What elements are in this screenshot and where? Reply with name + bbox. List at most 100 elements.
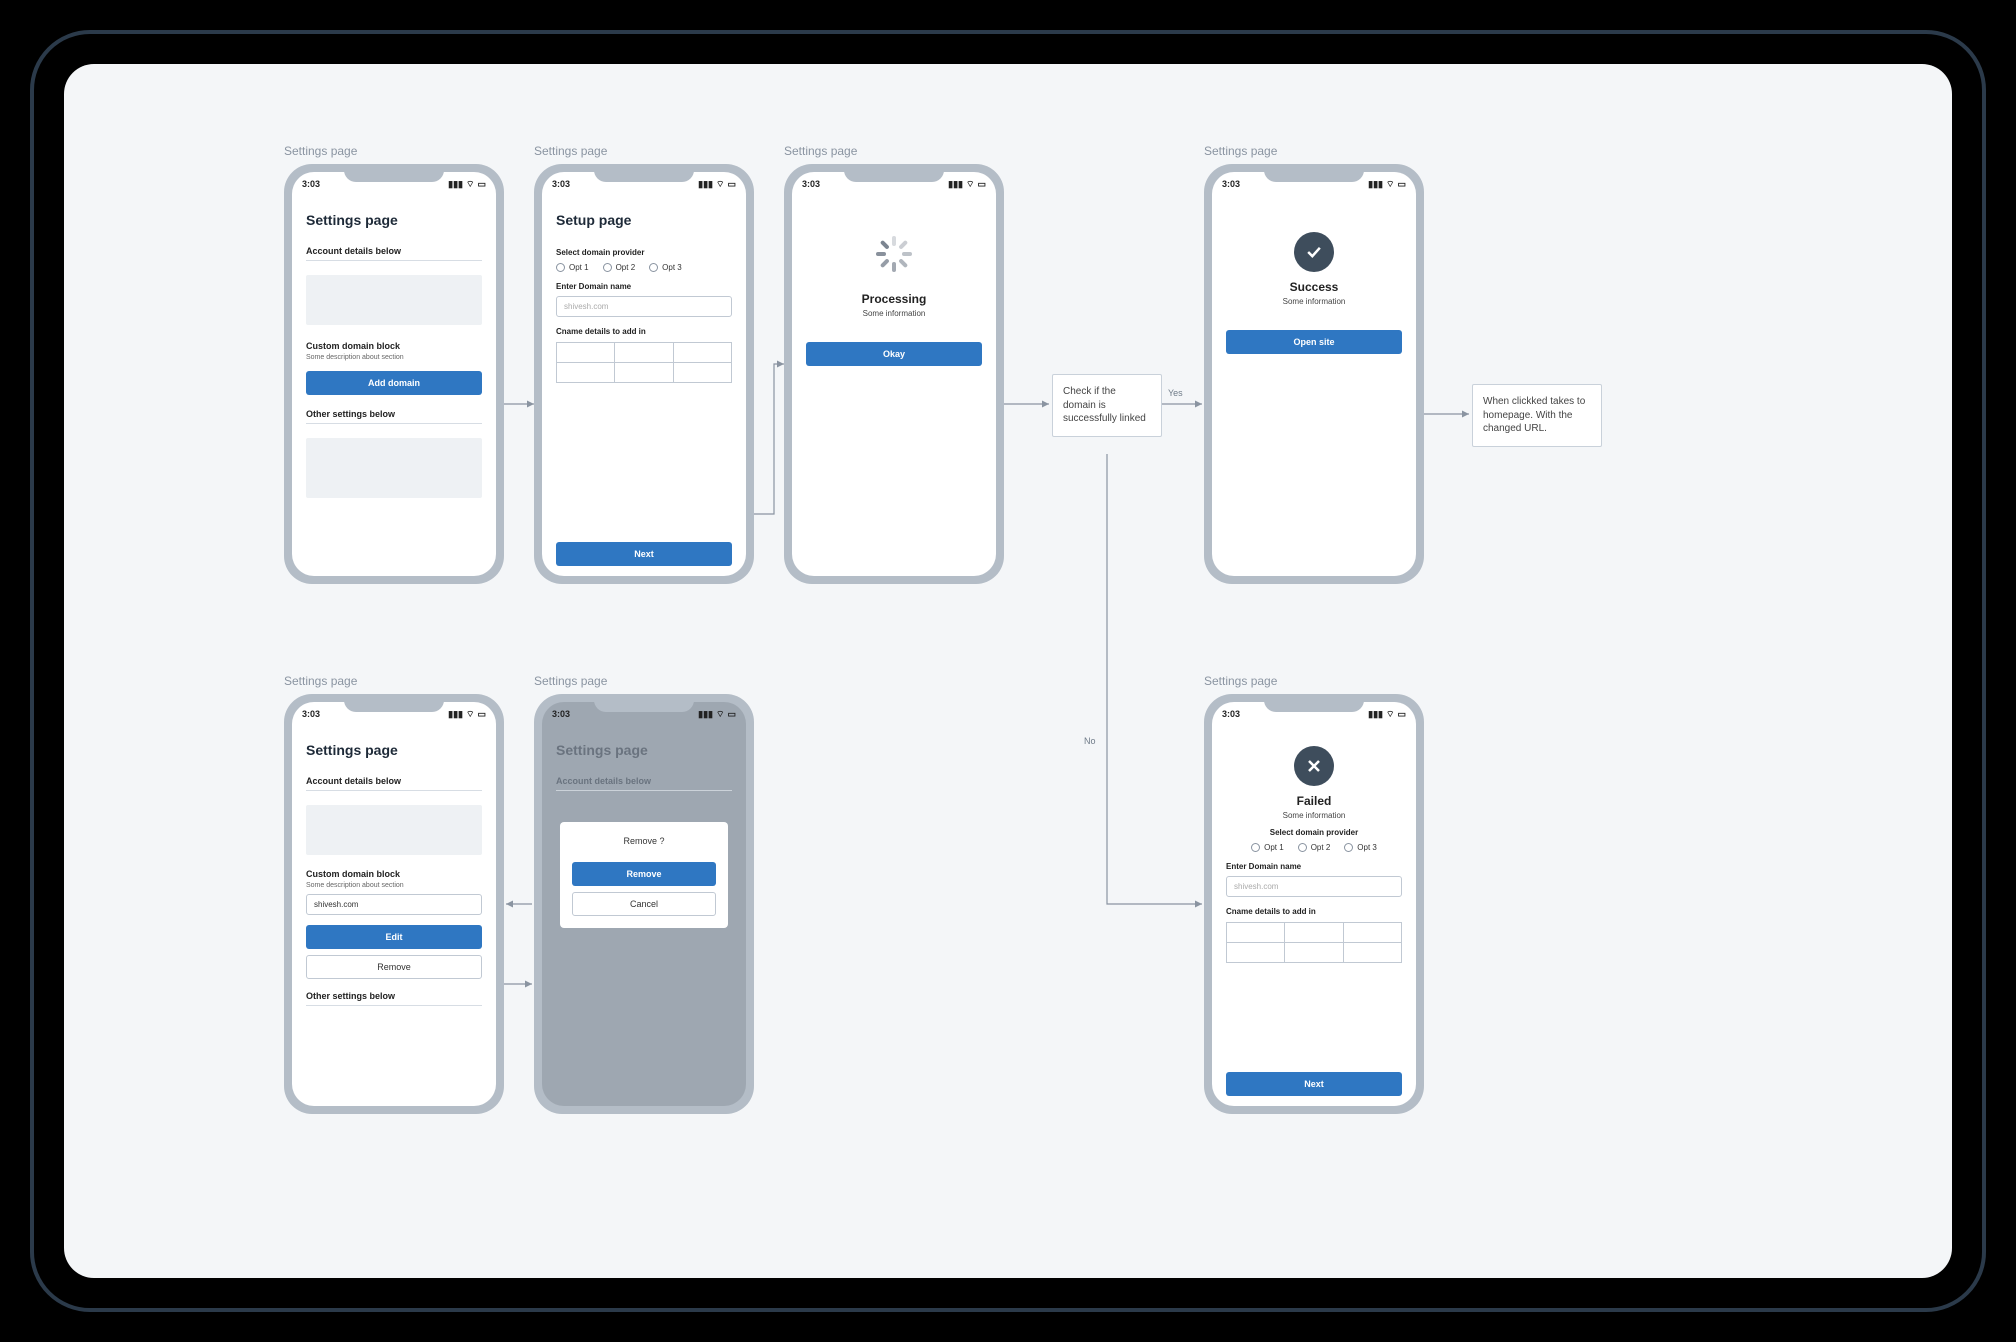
- next-button[interactable]: Next: [556, 542, 732, 566]
- frame-setup[interactable]: Settings page 3:03 ▮▮▮⌔▭ Setup page Sele…: [534, 144, 754, 584]
- status-time: 3:03: [302, 709, 320, 719]
- domain-value-input[interactable]: shivesh.com: [306, 894, 482, 915]
- account-placeholder: [306, 805, 482, 855]
- remove-confirm-modal: Remove ? Remove Cancel: [560, 822, 728, 928]
- other-section-label: Other settings below: [306, 409, 482, 419]
- radio-opt1[interactable]: Opt 1: [556, 263, 589, 272]
- success-title: Success: [1290, 280, 1339, 294]
- add-domain-button[interactable]: Add domain: [306, 371, 482, 395]
- frame-label: Settings page: [284, 144, 504, 158]
- cname-table: [1226, 922, 1402, 963]
- success-sub: Some information: [1283, 297, 1346, 306]
- status-time: 3:03: [1222, 179, 1240, 189]
- cname-table: [556, 342, 732, 383]
- okay-button[interactable]: Okay: [806, 342, 982, 366]
- homepage-note: When clickked takes to homepage. With th…: [1472, 384, 1602, 447]
- next-button[interactable]: Next: [1226, 1072, 1402, 1096]
- phone-frame: 3:03 ▮▮▮⌔▭ Failed Some information Selec…: [1204, 694, 1424, 1114]
- decision-text: Check if the domain is successfully link…: [1063, 386, 1146, 424]
- processing-title: Processing: [862, 292, 927, 306]
- frame-settings-edit[interactable]: Settings page 3:03 ▮▮▮⌔▭ Settings page A…: [284, 674, 504, 1114]
- phone-frame: 3:03 ▮▮▮⌔▭ Setup page Select domain prov…: [534, 164, 754, 584]
- spinner-icon: [876, 236, 912, 272]
- status-time: 3:03: [552, 709, 570, 719]
- processing-sub: Some information: [863, 309, 926, 318]
- frame-remove-modal[interactable]: Settings page 3:03 ▮▮▮⌔▭ Settings page A…: [534, 674, 754, 1114]
- modal-cancel-button[interactable]: Cancel: [572, 892, 716, 916]
- provider-radio-group: Opt 1 Opt 2 Opt 3: [1251, 843, 1377, 852]
- phone-notch: [594, 694, 694, 712]
- phone-notch: [594, 164, 694, 182]
- account-section-dimmed: Account details below: [556, 776, 732, 786]
- cname-label: Cname details to add in: [1226, 907, 1402, 916]
- provider-label: Select domain provider: [1270, 828, 1358, 837]
- status-time: 3:03: [302, 179, 320, 189]
- phone-notch: [1264, 164, 1364, 182]
- wifi-icon: ⌔: [466, 179, 474, 190]
- phone-frame: 3:03 ▮▮▮⌔▭ Settings page Account details…: [284, 694, 504, 1114]
- frame-label: Settings page: [284, 674, 504, 688]
- frame-label: Settings page: [534, 144, 754, 158]
- domain-section-label: Custom domain block: [306, 869, 482, 879]
- remove-button[interactable]: Remove: [306, 955, 482, 979]
- frame-failed[interactable]: Settings page 3:03 ▮▮▮⌔▭: [1204, 674, 1424, 1114]
- domain-input[interactable]: shivesh.com: [556, 296, 732, 317]
- account-placeholder: [306, 275, 482, 325]
- frame-processing[interactable]: Settings page 3:03 ▮▮▮⌔▭ Processing: [784, 144, 1004, 584]
- domain-input-label: Enter Domain name: [1226, 862, 1402, 871]
- decision-node[interactable]: Check if the domain is successfully link…: [1052, 374, 1162, 437]
- failed-title: Failed: [1297, 794, 1332, 808]
- domain-section-desc: Some description about section: [306, 882, 482, 889]
- edge-label-no: No: [1084, 736, 1096, 746]
- x-icon: [1294, 746, 1334, 786]
- provider-label: Select domain provider: [556, 248, 732, 257]
- other-section-label: Other settings below: [306, 991, 482, 1001]
- page-title: Setup page: [556, 212, 732, 228]
- phone-notch: [844, 164, 944, 182]
- status-time: 3:03: [552, 179, 570, 189]
- domain-section-desc: Some description about section: [306, 354, 482, 361]
- signal-icon: ▮▮▮: [448, 179, 463, 190]
- frame-label: Settings page: [1204, 144, 1424, 158]
- edit-button[interactable]: Edit: [306, 925, 482, 949]
- page-title-dimmed: Settings page: [556, 742, 732, 758]
- frame-label: Settings page: [1204, 674, 1424, 688]
- page-title: Settings page: [306, 742, 482, 758]
- radio-opt1[interactable]: Opt 1: [1251, 843, 1284, 852]
- cname-label: Cname details to add in: [556, 327, 732, 336]
- phone-frame: 3:03 ▮▮▮⌔▭ Success Some information Open…: [1204, 164, 1424, 584]
- failed-sub: Some information: [1283, 811, 1346, 820]
- canvas-area: Yes No Settings page 3:03: [64, 64, 1952, 1278]
- edge-label-yes: Yes: [1168, 388, 1183, 398]
- phone-notch: [1264, 694, 1364, 712]
- checkmark-icon: [1294, 232, 1334, 272]
- radio-opt2[interactable]: Opt 2: [603, 263, 636, 272]
- phone-notch: [344, 164, 444, 182]
- radio-opt2[interactable]: Opt 2: [1298, 843, 1331, 852]
- account-section-label: Account details below: [306, 246, 482, 256]
- open-site-button[interactable]: Open site: [1226, 330, 1402, 354]
- radio-opt3[interactable]: Opt 3: [649, 263, 682, 272]
- modal-title: Remove ?: [572, 836, 716, 846]
- radio-opt3[interactable]: Opt 3: [1344, 843, 1377, 852]
- status-time: 3:03: [802, 179, 820, 189]
- phone-frame: 3:03 ▮▮▮⌔▭ Settings page Account details…: [534, 694, 754, 1114]
- status-indicators: ▮▮▮ ⌔ ▭: [448, 179, 486, 190]
- battery-icon: ▭: [477, 179, 486, 190]
- domain-input[interactable]: shivesh.com: [1226, 876, 1402, 897]
- frame-settings-initial[interactable]: Settings page 3:03 ▮▮▮ ⌔ ▭: [284, 144, 504, 584]
- frame-label: Settings page: [784, 144, 1004, 158]
- provider-radio-group: Opt 1 Opt 2 Opt 3: [556, 263, 732, 272]
- page-title: Settings page: [306, 212, 482, 228]
- tablet-frame: Yes No Settings page 3:03: [30, 30, 1986, 1312]
- account-section-label: Account details below: [306, 776, 482, 786]
- phone-notch: [344, 694, 444, 712]
- domain-section-label: Custom domain block: [306, 341, 482, 351]
- modal-remove-button[interactable]: Remove: [572, 862, 716, 886]
- phone-frame: 3:03 ▮▮▮ ⌔ ▭ Settings page Account detai…: [284, 164, 504, 584]
- frame-success[interactable]: Settings page 3:03 ▮▮▮⌔▭ Success: [1204, 144, 1424, 584]
- phone-frame: 3:03 ▮▮▮⌔▭ Processing Some information O…: [784, 164, 1004, 584]
- frame-label: Settings page: [534, 674, 754, 688]
- status-time: 3:03: [1222, 709, 1240, 719]
- other-placeholder: [306, 438, 482, 498]
